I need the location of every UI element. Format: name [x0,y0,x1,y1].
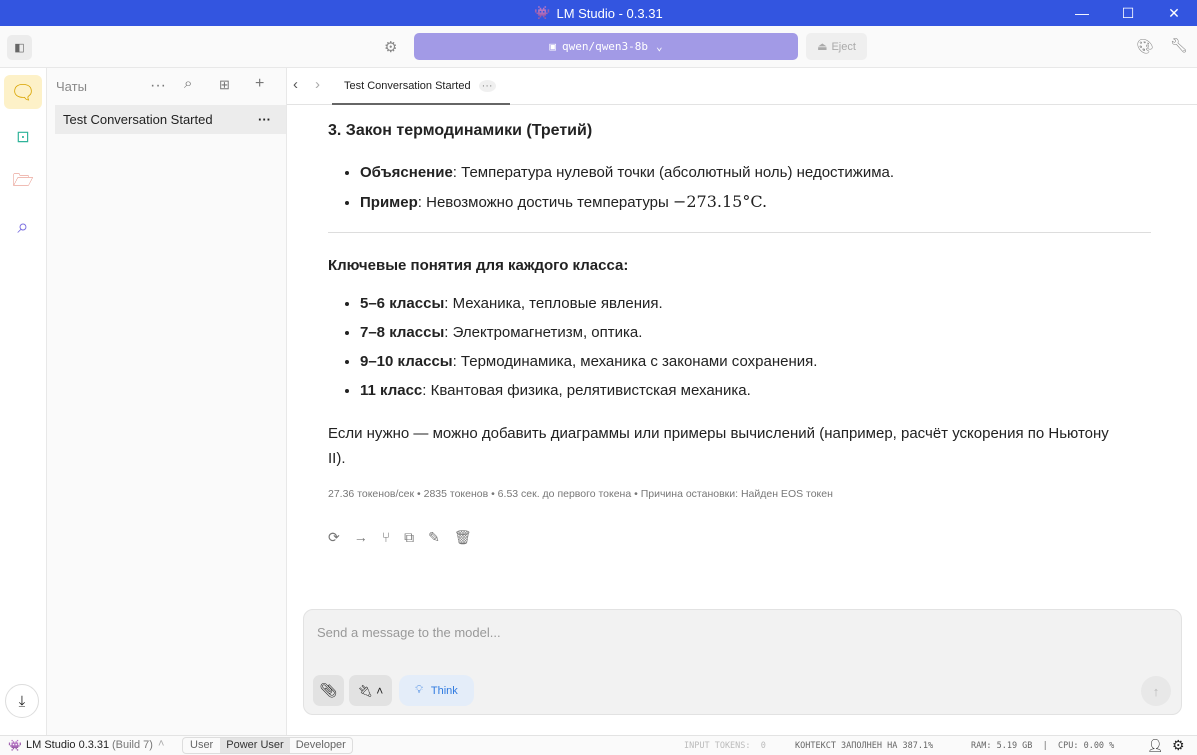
bullet-text: : Температура нулевой точки (абсолютный … [452,164,895,181]
search-icon[interactable]: ⌕ [4,210,42,244]
settings-icon[interactable]: ⚙ [1172,737,1185,754]
palette-icon[interactable]: 🎨︎ [1136,38,1154,55]
divider [328,232,1151,233]
generation-stats: 27.36 токенов/сек • 2835 токенов • 6.53 … [328,488,833,500]
minimize-button[interactable]: — [1059,0,1105,26]
input-tokens: INPUT TOKENS: 0 [684,741,766,751]
mode-power-user[interactable]: Power User [220,738,290,753]
chat-item-label: Test Conversation Started [63,112,213,127]
continue-icon[interactable]: → [354,529,368,546]
tab-chat[interactable]: Test Conversation Started ··· [332,68,510,105]
status-bar: 👾 LM Studio 0.3.31 (Build 7) ˄ User Powe… [0,735,1197,755]
bullet-term: 11 класс [360,382,423,399]
chat-options-icon[interactable]: ··· [258,112,271,127]
math-expression: −273.15°C. [672,192,768,211]
list-item: Пример: Невозможно достичь температуры −… [360,187,894,216]
section-heading: 3. Закон термодинамики (Третий) [328,122,593,139]
bullet-text: : Электромагнетизм, оптика. [444,324,643,341]
bullet-text: : Невозможно достичь температуры [417,194,673,211]
message-input-box[interactable]: Send a message to the model... 📎︎ 🔌︎ ˄ 💡… [303,609,1182,715]
wrench-icon[interactable]: 🔧︎ [1170,37,1188,54]
think-label: Think [430,684,458,697]
list-item: 5–6 классы: Механика, тепловые явления. [360,289,817,318]
concepts-title: Ключевые понятия для каждого класса: [328,257,629,274]
delete-icon[interactable]: 🗑︎ [454,529,472,546]
tab-options-icon[interactable]: ··· [478,79,496,92]
context-usage: КОНТЕКСТ ЗАПОЛНЕН НА 387.1% [795,741,934,751]
chat-item[interactable]: Test Conversation Started ··· [55,105,286,134]
chevron-down-icon: ⌄ [656,40,663,53]
edit-icon[interactable]: ✎ [428,529,440,546]
chat-sidebar: Чаты ··· ⌕ ⊞ + Test Conversation Started… [47,68,287,735]
list-item: 7–8 классы: Электромагнетизм, оптика. [360,318,817,347]
app-version: LM Studio 0.3.31 [26,739,110,751]
list-item: 11 класс: Квантовая физика, релятивистск… [360,376,817,405]
tab-label: Test Conversation Started [344,79,471,92]
model-selector[interactable]: ▣ qwen/qwen3-8b ⌄ [414,33,798,60]
attach-icon[interactable]: 📎︎ [313,675,344,706]
tab-bar: ‹ › Test Conversation Started ··· [287,68,1197,105]
send-button[interactable]: ↑ [1141,676,1171,706]
search-icon[interactable]: ⌕ [184,75,192,92]
forward-icon[interactable]: › [315,76,320,93]
copy-icon[interactable]: ⧉ [404,529,414,546]
plugin-icon[interactable]: 🔌︎ ˄ [349,675,392,706]
app-logo-icon: 👾 [534,5,551,20]
download-icon[interactable]: ⤓ [5,684,39,718]
maximize-button[interactable]: ☐ [1105,0,1151,26]
message-input[interactable]: Send a message to the model... [317,625,501,640]
gear-icon[interactable]: ⚙ [384,38,397,56]
robot-icon: ▣ [549,40,556,53]
window-title: LM Studio - 0.3.31 [556,5,663,21]
toggle-sidebar-icon[interactable]: ◧ [7,35,32,60]
more-icon[interactable]: ··· [150,77,166,95]
branch-icon[interactable]: ⑂ [382,529,390,546]
new-folder-icon[interactable]: ⊞ [219,77,230,93]
mode-user[interactable]: User [183,738,220,753]
close-button[interactable]: ✕ [1151,0,1197,26]
back-icon[interactable]: ‹ [293,76,298,93]
new-chat-icon[interactable]: + [255,75,264,93]
terminal-icon[interactable]: ⊡ [4,120,42,154]
sidebar-title: Чаты [56,79,87,94]
model-name: qwen/qwen3-8b [561,40,649,53]
folder-icon[interactable]: 🗁 [4,165,42,199]
bullet-text: : Квантовая физика, релятивистская механ… [422,382,751,399]
bullet-term: Объяснение [360,164,453,181]
bullet-text: : Механика, тепловые явления. [444,295,663,312]
title-bar: 👾 LM Studio - 0.3.31 — ☐ ✕ [0,0,1197,26]
chevron-up-icon[interactable]: ˄ [158,738,164,750]
regenerate-icon[interactable]: ⟳ [328,529,340,546]
list-item: Объяснение: Температура нулевой точки (а… [360,158,894,187]
eject-button[interactable]: ⏏ Eject [806,33,867,60]
mode-developer[interactable]: Developer [290,738,352,753]
user-icon[interactable]: 👤︎ [1147,738,1164,754]
build-label: (Build 7) [112,739,153,751]
icon-rail: 🗨︎ ⊡ 🗁 ⌕ ⤓ [0,68,47,735]
list-item: 9–10 классы: Термодинамика, механика с з… [360,347,817,376]
bullet-text: : Термодинамика, механика с законами сох… [452,353,818,370]
bullet-term: 7–8 классы [360,324,445,341]
chat-icon[interactable]: 🗨︎ [4,75,42,109]
closing-paragraph: Если нужно — можно добавить диаграммы ил… [328,425,1109,467]
eject-icon: ⏏ [817,41,828,53]
bullet-term: Пример [360,194,418,211]
bullet-term: 9–10 классы [360,353,453,370]
lightbulb-icon: 💡︎ [415,684,423,696]
app-logo-icon: 👾 [8,740,22,752]
resource-usage: RAM: 5.19 GB | CPU: 0.00 % [971,741,1115,751]
think-button[interactable]: 💡︎ Think [399,675,474,706]
mode-switcher: User Power User Developer [182,737,353,754]
bullet-term: 5–6 классы [360,295,445,312]
eject-label: Eject [831,40,856,53]
